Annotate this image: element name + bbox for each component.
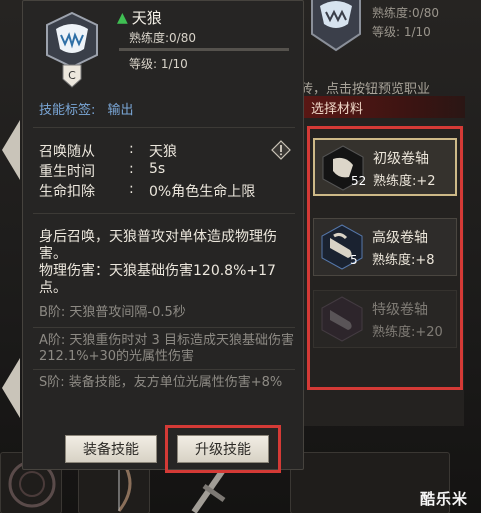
skill-exp: 熟练度:0/80 xyxy=(129,31,196,45)
attribute-key: 生命扣除 xyxy=(39,184,95,200)
material-count: 52 xyxy=(351,174,367,188)
material-panel: 选择材料 52 初级卷轴 熟练度:+2 5 高级卷轴 熟练度:+8 特级卷轴 熟… xyxy=(300,96,465,426)
divider xyxy=(33,213,295,214)
skill-tag-label: 技能标签: xyxy=(39,103,96,118)
left-nav-arrow-icon[interactable] xyxy=(0,110,20,190)
material-name: 特级卷轴 xyxy=(372,302,428,318)
skill-name: 天狼 xyxy=(131,9,162,27)
attribute-key: 重生时间 xyxy=(39,164,95,180)
skill-tag-value: 输出 xyxy=(107,103,134,118)
equip-skill-button[interactable]: 装备技能 xyxy=(65,435,157,463)
scroll-icon xyxy=(321,296,363,342)
material-exp: 熟练度:+2 xyxy=(373,174,436,189)
info-warning-icon[interactable] xyxy=(271,140,291,160)
material-item-basic-scroll[interactable]: 52 初级卷轴 熟练度:+2 xyxy=(313,138,457,196)
divider xyxy=(33,369,295,370)
skill-description: 身后召唤，天狼普攻对单体造成物理伤害。 物理伤害：天狼基础伤害120.8%+17… xyxy=(39,229,295,297)
attribute-value: 5s xyxy=(149,161,166,177)
rank-b-effect: B阶: 天狼普攻间隔-0.5秒 xyxy=(39,305,186,320)
game-screen: 熟练度:0/80 等级: 1/10 砖，点击按钮预览职业 选择材料 52 初级卷… xyxy=(0,0,481,513)
material-item-advanced-scroll[interactable]: 5 高级卷轴 熟练度:+8 xyxy=(313,218,457,276)
material-panel-header: 选择材料 xyxy=(301,96,465,118)
material-exp: 熟练度:+8 xyxy=(372,253,435,268)
background-skill-stats: 熟练度:0/80 等级: 1/10 xyxy=(372,4,439,42)
rank-s-effect: S阶: 装备技能，友方单位光属性伤害+8% xyxy=(39,375,283,390)
watermark: 酷乐米 xyxy=(420,490,469,508)
description-line: 身后召唤，天狼普攻对单体造成物理伤害。 xyxy=(39,229,277,262)
upgrade-skill-button[interactable]: 升级技能 xyxy=(177,435,269,463)
skill-title: ▲ 天狼 xyxy=(117,7,162,28)
material-count: 5 xyxy=(350,253,358,267)
left-nav-arrow-icon[interactable] xyxy=(0,348,20,428)
attribute-key: 召唤随从 xyxy=(39,144,95,160)
divider xyxy=(33,127,295,128)
rank-a-effect: A阶: 天狼重伤时对 3 目标造成天狼基础伤害212.1%+30的光属性伤害 xyxy=(39,333,294,364)
attribute-value: 天狼 xyxy=(149,144,177,160)
attribute-colon: : xyxy=(129,181,134,197)
upgrade-arrow-icon: ▲ xyxy=(117,9,128,26)
material-name: 高级卷轴 xyxy=(372,230,428,246)
material-exp: 熟练度:+20 xyxy=(372,325,443,340)
skill-level: 等级: 1/10 xyxy=(129,57,188,71)
skill-grade: C xyxy=(68,69,76,82)
description-line: 物理伤害：天狼基础伤害120.8%+17点。 xyxy=(39,263,276,296)
wolf-skill-icon xyxy=(311,0,361,52)
wolf-skill-icon: C xyxy=(46,11,98,88)
material-name: 初级卷轴 xyxy=(373,151,429,167)
background-hint: 砖，点击按钮预览职业 xyxy=(300,82,431,97)
background-level: 等级: 1/10 xyxy=(372,25,431,39)
material-panel-title: 选择材料 xyxy=(311,102,364,117)
attribute-colon: : xyxy=(129,161,134,177)
divider xyxy=(33,327,295,328)
attribute-colon: : xyxy=(129,141,134,157)
skill-tag: 技能标签: 输出 xyxy=(39,99,134,118)
background-exp: 熟练度:0/80 xyxy=(372,6,439,20)
skill-exp-bar xyxy=(119,48,289,51)
material-item-special-scroll[interactable]: 特级卷轴 熟练度:+20 xyxy=(313,290,457,348)
skill-detail-popup: C ▲ 天狼 熟练度:0/80 等级: 1/10 技能标签: 输出 召唤随从 :… xyxy=(22,0,304,473)
attribute-value: 0%角色生命上限 xyxy=(149,184,256,200)
